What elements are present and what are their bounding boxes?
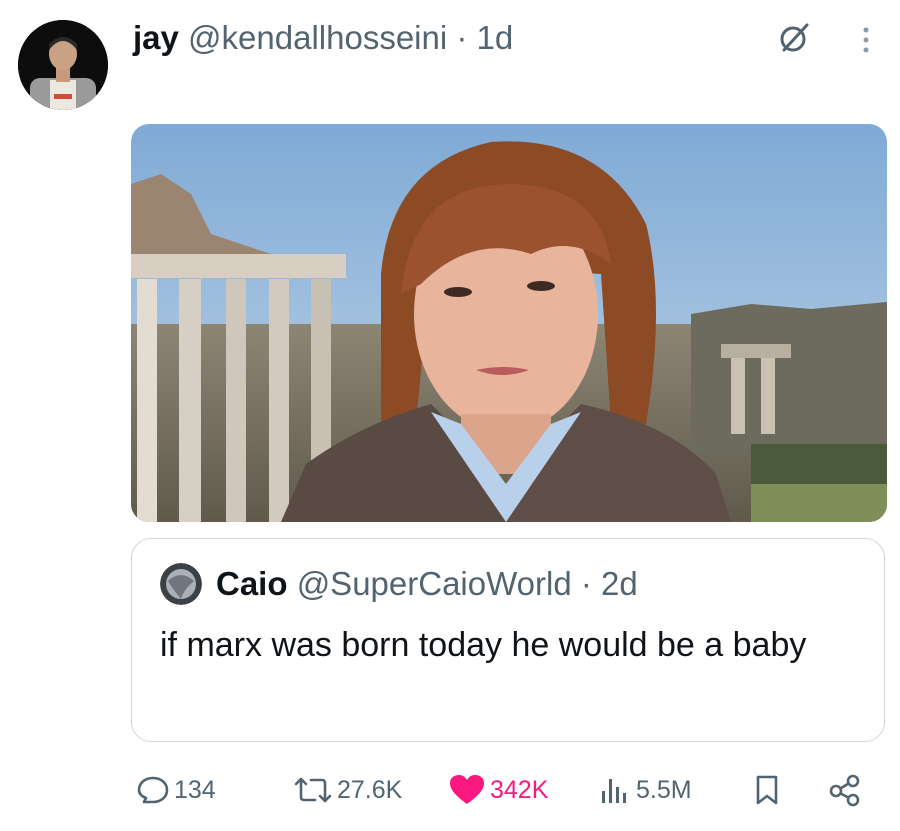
repost-count: 27.6K xyxy=(337,775,403,804)
quoted-header: Caio @SuperCaioWorld · 2d xyxy=(216,563,638,605)
avatar-image xyxy=(18,20,108,110)
bookmark-button[interactable] xyxy=(752,766,782,814)
reply-count: 134 xyxy=(174,775,216,804)
reply-icon xyxy=(137,776,169,804)
post-age[interactable]: 1d xyxy=(477,19,514,56)
reply-button[interactable]: 134 xyxy=(136,766,216,814)
like-button[interactable]: 342K xyxy=(448,766,548,814)
more-icon xyxy=(863,27,869,53)
meta-separator: · xyxy=(456,19,468,56)
quoted-post[interactable]: Caio @SuperCaioWorld · 2d if marx was bo… xyxy=(131,538,885,742)
bookmark-icon xyxy=(756,775,778,805)
post-media[interactable] xyxy=(131,124,887,522)
grok-button[interactable] xyxy=(776,20,812,56)
post-photo xyxy=(131,124,887,522)
quoted-post-age[interactable]: 2d xyxy=(601,565,638,602)
author-handle[interactable]: @kendallhosseini xyxy=(188,19,447,56)
quoted-author-handle[interactable]: @SuperCaioWorld xyxy=(297,565,572,602)
quoted-author-name[interactable]: Caio xyxy=(216,565,288,602)
share-button[interactable] xyxy=(828,766,862,814)
action-bar: 134 27.6K 342K 5.5M xyxy=(0,766,900,814)
post-header: jay @kendallhosseini · 1d xyxy=(133,18,513,58)
repost-button[interactable]: 27.6K xyxy=(293,766,402,814)
share-icon xyxy=(829,774,860,807)
grok-icon xyxy=(780,23,809,52)
quoted-meta-separator: · xyxy=(580,565,592,602)
heart-icon xyxy=(450,775,484,804)
like-count: 342K xyxy=(490,775,549,804)
repost-icon xyxy=(294,777,332,803)
views-count: 5.5M xyxy=(636,775,692,804)
views-button[interactable]: 5.5M xyxy=(598,766,692,814)
views-icon xyxy=(602,779,626,803)
quoted-author-avatar[interactable] xyxy=(160,563,202,605)
author-name[interactable]: jay xyxy=(133,19,179,56)
quoted-avatar-image xyxy=(160,563,202,605)
more-button[interactable] xyxy=(856,22,876,58)
author-avatar[interactable] xyxy=(18,20,108,110)
quoted-text: if marx was born today he would be a bab… xyxy=(160,626,807,664)
